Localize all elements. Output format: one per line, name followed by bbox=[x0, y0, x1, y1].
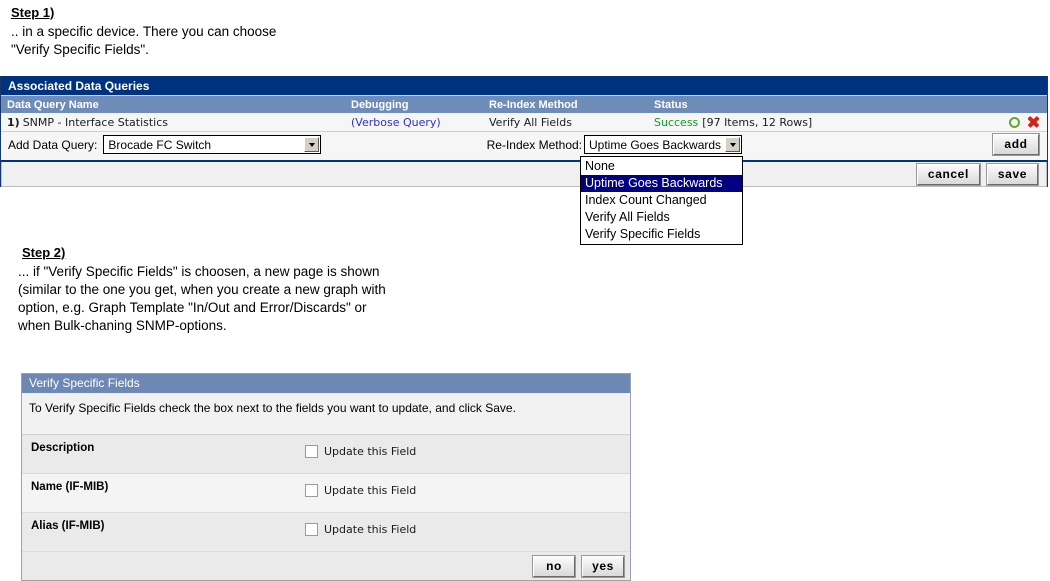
step-2-block: Step 2) ... if "Verify Specific Fields" … bbox=[18, 245, 386, 335]
step-2-body: ... if "Verify Specific Fields" is choos… bbox=[18, 264, 386, 333]
column-header-debugging: Debugging bbox=[351, 98, 409, 111]
row-index: 1) bbox=[7, 115, 20, 129]
add-button[interactable]: add bbox=[992, 133, 1040, 156]
save-button[interactable]: save bbox=[985, 162, 1040, 186]
data-query-select-value: Brocade FC Switch bbox=[108, 137, 212, 152]
reindex-method-group: Re-Index Method: Uptime Goes Backwards bbox=[487, 135, 742, 154]
reindex-method-dropdown-list[interactable]: None Uptime Goes Backwards Index Count C… bbox=[580, 156, 743, 245]
delete-x-icon[interactable] bbox=[1027, 116, 1039, 128]
dropdown-option-index-count-changed[interactable]: Index Count Changed bbox=[581, 192, 742, 209]
table-row[interactable]: 1) SNMP - Interface Statistics (Verbose Q… bbox=[1, 113, 1047, 132]
cell-reindex-method: Verify All Fields bbox=[489, 115, 572, 129]
update-this-field-checkbox[interactable] bbox=[305, 523, 318, 536]
cancel-button[interactable]: cancel bbox=[915, 162, 981, 186]
vsf-field-label: Description bbox=[31, 442, 95, 454]
vsf-field-row: Description Update this Field bbox=[22, 435, 630, 474]
no-button[interactable]: no bbox=[532, 554, 576, 578]
reindex-method-label: Re-Index Method: bbox=[486, 137, 582, 152]
associated-data-queries-panel: Associated Data Queries Data Query Name … bbox=[0, 76, 1048, 187]
panel-action-row: cancel save bbox=[1, 162, 1047, 187]
dropdown-option-verify-all-fields[interactable]: Verify All Fields bbox=[581, 209, 742, 226]
vsf-field-checkbox-group[interactable]: Update this Field bbox=[305, 513, 416, 536]
cell-data-query-name[interactable]: 1) SNMP - Interface Statistics bbox=[1, 116, 345, 129]
column-header-reindex-method: Re-Index Method bbox=[489, 98, 578, 111]
row-action-icons bbox=[1009, 116, 1047, 128]
vsf-panel-title: Verify Specific Fields bbox=[22, 374, 630, 393]
vsf-instructions: To Verify Specific Fields check the box … bbox=[22, 393, 630, 435]
cell-debugging: (Verbose Query) bbox=[345, 116, 483, 129]
step-1-block: Step 1) .. in a specific device. There y… bbox=[11, 5, 276, 59]
verbose-query-link[interactable]: (Verbose Query) bbox=[351, 116, 441, 129]
vsf-field-label: Alias (IF-MIB) bbox=[31, 520, 105, 532]
vsf-panel-footer: no yes bbox=[22, 552, 630, 580]
step-2-title: Step 2) bbox=[22, 245, 66, 260]
chevron-down-icon[interactable] bbox=[725, 137, 740, 152]
add-button-container: add bbox=[742, 133, 1047, 156]
data-query-select[interactable]: Brocade FC Switch bbox=[103, 135, 322, 154]
update-this-field-label: Update this Field bbox=[324, 445, 417, 458]
reindex-method-select[interactable]: Uptime Goes Backwards bbox=[584, 135, 742, 154]
add-data-query-label: Add Data Query: bbox=[8, 137, 98, 152]
dropdown-option-none[interactable]: None bbox=[581, 158, 742, 175]
cell-status: Success [97 Items, 12 Rows] bbox=[648, 116, 1047, 129]
column-header-status: Status bbox=[654, 98, 688, 111]
yes-button[interactable]: yes bbox=[581, 554, 625, 578]
data-query-name-text: SNMP - Interface Statistics bbox=[22, 115, 169, 129]
dropdown-option-verify-specific-fields[interactable]: Verify Specific Fields bbox=[581, 226, 742, 243]
column-header-data-query-name: Data Query Name bbox=[7, 98, 99, 111]
update-this-field-checkbox[interactable] bbox=[305, 445, 318, 458]
reindex-method-select-value: Uptime Goes Backwards bbox=[589, 137, 722, 152]
status-detail: [97 Items, 12 Rows] bbox=[702, 115, 813, 129]
table-column-header-row: Data Query Name Debugging Re-Index Metho… bbox=[1, 95, 1047, 113]
step-1-body: .. in a specific device. There you can c… bbox=[11, 24, 277, 57]
refresh-circle-icon[interactable] bbox=[1009, 116, 1020, 128]
step-1-title: Step 1) bbox=[11, 5, 55, 20]
vsf-field-row: Name (IF-MIB) Update this Field bbox=[22, 474, 630, 513]
verify-specific-fields-panel: Verify Specific Fields To Verify Specifi… bbox=[21, 373, 631, 581]
vsf-field-checkbox-group[interactable]: Update this Field bbox=[305, 474, 416, 497]
update-this-field-checkbox[interactable] bbox=[305, 484, 318, 497]
panel-title: Associated Data Queries bbox=[1, 76, 1047, 95]
status-badge: Success bbox=[654, 115, 699, 129]
update-this-field-label: Update this Field bbox=[324, 484, 417, 497]
vsf-field-checkbox-group[interactable]: Update this Field bbox=[305, 435, 416, 458]
vsf-field-label: Name (IF-MIB) bbox=[31, 481, 109, 493]
update-this-field-label: Update this Field bbox=[324, 523, 417, 536]
vsf-field-row: Alias (IF-MIB) Update this Field bbox=[22, 513, 630, 552]
dropdown-option-uptime-goes-backwards[interactable]: Uptime Goes Backwards bbox=[581, 175, 742, 192]
chevron-down-icon[interactable] bbox=[304, 137, 320, 152]
add-data-query-row: Add Data Query: Brocade FC Switch Re-Ind… bbox=[1, 132, 1047, 157]
